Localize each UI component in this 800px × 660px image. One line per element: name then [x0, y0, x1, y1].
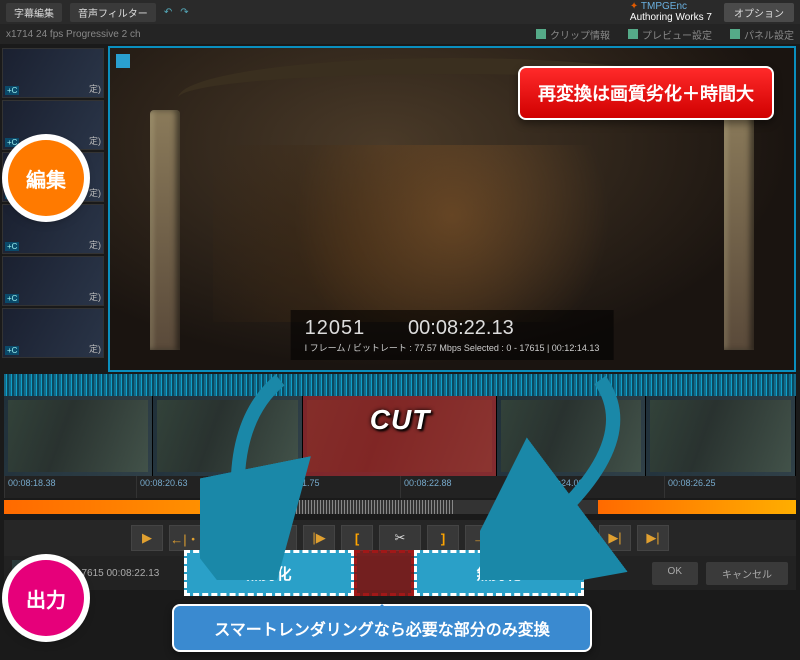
skip-back-button[interactable]: ←|・: [169, 525, 201, 551]
sliders-icon: ​: [730, 29, 740, 39]
thumb-label: 定): [89, 82, 101, 95]
timeline-clip-cut[interactable]: [303, 396, 497, 476]
audio-waveform[interactable]: [4, 374, 796, 396]
clip-info-button[interactable]: ​ クリップ情報: [536, 27, 610, 42]
play-button[interactable]: ▶: [131, 525, 163, 551]
thumb-label: 定): [89, 290, 101, 303]
timeline-clip[interactable]: [646, 396, 795, 476]
panel-settings-button[interactable]: ​ パネル設定: [730, 27, 794, 42]
progress-bar[interactable]: [4, 500, 796, 514]
lossless-diagram: 無劣化 無劣化: [184, 550, 584, 596]
ruler-tick: 00:08:20.63: [136, 476, 268, 498]
thumb-label: 定): [89, 238, 101, 251]
timeline-clip[interactable]: [153, 396, 302, 476]
sidebar-thumb[interactable]: 定): [2, 308, 104, 358]
marker-flag-icon[interactable]: [116, 54, 130, 68]
warning-banner: 再変換は画質劣化＋時間大: [518, 66, 774, 120]
cut-button[interactable]: ✂: [379, 525, 421, 551]
info-bar: x1714 24 fps Progressive 2 ch ​ クリップ情報 ​…: [0, 24, 800, 44]
timeline-clip[interactable]: [497, 396, 646, 476]
ok-button[interactable]: OK: [652, 562, 698, 585]
option-button[interactable]: オプション: [724, 3, 794, 22]
time-ruler[interactable]: 00:08:18.3800:08:20.6300:08:21.7500:08:2…: [4, 476, 796, 498]
mark-in-button[interactable]: [: [341, 525, 373, 551]
frame-fwd-button[interactable]: |▶: [303, 525, 335, 551]
thumb-label: 定): [89, 186, 101, 199]
sidebar-thumb[interactable]: 定): [2, 48, 104, 98]
progress-cut-zone: [281, 500, 455, 514]
prev-clip-button[interactable]: |◀: [561, 525, 593, 551]
ruler-tick: 00:08:21.75: [268, 476, 400, 498]
edit-stage-badge: 編集: [8, 140, 84, 216]
subtitle-edit-button[interactable]: 字幕編集: [6, 3, 62, 22]
info-icon: ​: [536, 29, 546, 39]
scene-debris: [213, 145, 692, 322]
undo-icon[interactable]: ↶: [164, 7, 172, 18]
progress-fill-right: [598, 500, 796, 514]
redo-icon[interactable]: ↷: [180, 7, 188, 18]
filmstrip[interactable]: CUT: [4, 396, 796, 476]
audio-filter-button[interactable]: 音声フィルター: [70, 3, 156, 22]
jump-in-button[interactable]: →[: [465, 525, 497, 551]
sidebar-thumb[interactable]: 定): [2, 256, 104, 306]
brand-label: ✦ TMPGEnc Authoring Works 7: [630, 1, 712, 23]
timecode: 00:08:22.13: [408, 314, 514, 342]
ruler-tick: 00:08:18.38: [4, 476, 136, 498]
lossless-segment-left: 無劣化: [184, 550, 354, 596]
smart-rendering-banner: スマートレンダリングなら必要な部分のみ変換: [172, 604, 592, 652]
end-button[interactable]: ▶|: [637, 525, 669, 551]
next-clip-button[interactable]: ▶|: [599, 525, 631, 551]
thumb-label: 定): [89, 342, 101, 355]
jump-out-button[interactable]: ]→: [503, 525, 535, 551]
clip-format-label: x1714 24 fps Progressive 2 ch: [6, 29, 141, 40]
scene-pillar-left: [150, 68, 180, 350]
ruler-tick: 00:08:24.00: [532, 476, 664, 498]
output-stage-badge: 出力: [8, 560, 84, 636]
preview-settings-button[interactable]: ​ プレビュー設定: [628, 27, 712, 42]
gear-icon: ​: [628, 29, 638, 39]
mark-out-button[interactable]: ]: [427, 525, 459, 551]
ruler-tick: 00:08:22.88: [400, 476, 532, 498]
timeline-clip[interactable]: [4, 396, 153, 476]
skip-fwd-button[interactable]: ・|→: [207, 525, 239, 551]
top-bar: 字幕編集 音声フィルター ↶ ↷ ✦ TMPGEnc Authoring Wor…: [0, 0, 800, 24]
frame-back-button[interactable]: ◀|: [265, 525, 297, 551]
thumb-label: 定): [89, 134, 101, 147]
ruler-tick: 00:08:26.25: [664, 476, 796, 498]
reencode-segment: [354, 550, 414, 596]
bitrate-info: I フレーム / ビットレート : 77.57 Mbps Selected : …: [305, 343, 600, 353]
frame-number: 12051: [305, 314, 366, 342]
preview-info-panel: 12051 00:08:22.13 I フレーム / ビットレート : 77.5…: [291, 310, 614, 360]
lossless-segment-right: 無劣化: [414, 550, 584, 596]
cancel-button[interactable]: キャンセル: [706, 562, 788, 585]
